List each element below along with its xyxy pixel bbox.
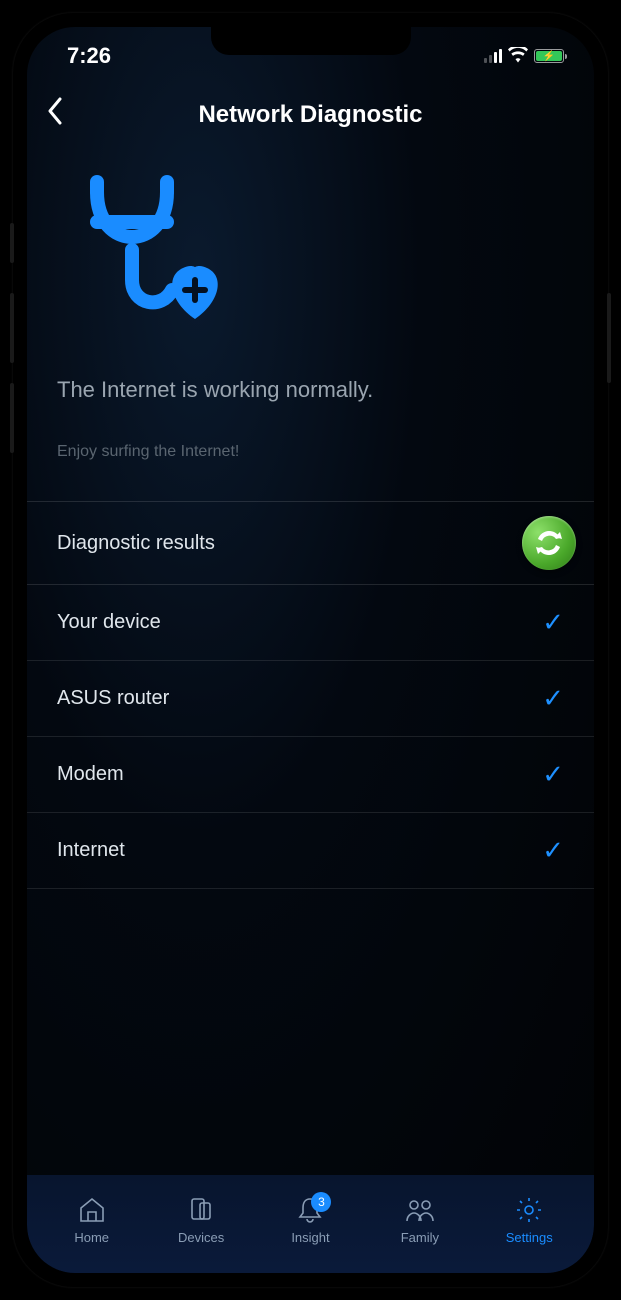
nav-label: Family [401, 1230, 439, 1245]
nav-label: Devices [178, 1230, 224, 1245]
result-row-asus-router: ASUS router ✓ [27, 661, 594, 737]
notification-badge: 3 [311, 1192, 331, 1212]
results-header: Diagnostic results [27, 501, 594, 585]
result-row-modem: Modem ✓ [27, 737, 594, 813]
nav-label: Home [74, 1230, 109, 1245]
screen: 7:26 ⚡ Network Diagnostic [27, 27, 594, 1273]
battery-icon: ⚡ [534, 49, 564, 63]
volume-up [10, 293, 14, 363]
volume-down [10, 383, 14, 453]
result-label: Your device [57, 611, 161, 634]
notch [211, 27, 411, 55]
nav-label: Settings [506, 1230, 553, 1245]
wifi-icon [508, 43, 528, 69]
cellular-icon [484, 49, 502, 63]
result-row-your-device: Your device ✓ [27, 585, 594, 661]
status-message: The Internet is working normally. [27, 357, 594, 413]
nav-family[interactable]: Family [375, 1194, 465, 1245]
nav-label: Insight [291, 1230, 329, 1245]
nav-devices[interactable]: Devices [156, 1194, 246, 1245]
check-icon: ✓ [542, 607, 564, 638]
check-icon: ✓ [542, 759, 564, 790]
result-label: ASUS router [57, 687, 169, 710]
check-icon: ✓ [542, 683, 564, 714]
bottom-nav: Home Devices 3 Insight Family [27, 1175, 594, 1273]
phone-frame: 7:26 ⚡ Network Diagnostic [13, 13, 608, 1287]
result-label: Modem [57, 763, 124, 786]
back-button[interactable] [47, 97, 87, 132]
nav-settings[interactable]: Settings [484, 1194, 574, 1245]
status-time: 7:26 [67, 43, 111, 69]
family-icon [404, 1194, 436, 1226]
status-indicators: ⚡ [484, 43, 564, 69]
check-icon: ✓ [542, 835, 564, 866]
nav-insight[interactable]: 3 Insight [265, 1194, 355, 1245]
mute-switch [10, 223, 14, 263]
nav-home[interactable]: Home [47, 1194, 137, 1245]
diagnostic-icon [27, 162, 594, 357]
result-row-internet: Internet ✓ [27, 813, 594, 889]
result-label: Internet [57, 839, 125, 862]
devices-icon [186, 1194, 216, 1226]
refresh-button[interactable] [522, 516, 576, 570]
gear-icon [515, 1194, 543, 1226]
power-button [607, 293, 611, 383]
app-header: Network Diagnostic [27, 77, 594, 162]
home-icon [77, 1194, 107, 1226]
results-label: Diagnostic results [57, 532, 215, 555]
status-subtext: Enjoy surfing the Internet! [27, 413, 594, 501]
page-title: Network Diagnostic [27, 101, 594, 129]
